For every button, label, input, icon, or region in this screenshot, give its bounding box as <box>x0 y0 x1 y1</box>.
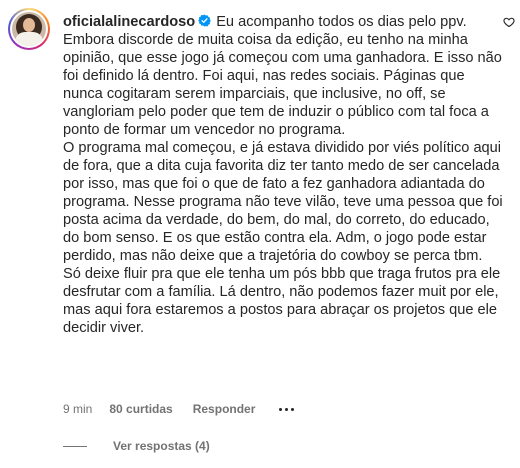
comment-text-2: O programa mal começou, e já estava divi… <box>63 140 503 336</box>
more-dot <box>285 407 289 411</box>
view-replies-label: Ver respostas (4) <box>113 439 210 453</box>
heart-outline-icon[interactable] <box>503 16 515 28</box>
view-replies-button[interactable]: Ver respostas (4) <box>63 438 210 454</box>
comment: oficialalinecardoso Eu acompanho todos os… <box>0 0 520 468</box>
reply-button[interactable]: Responder <box>193 402 256 416</box>
avatar-photo <box>12 12 46 46</box>
avatar[interactable] <box>8 8 50 50</box>
avatar-face <box>23 18 35 32</box>
more-dot <box>291 407 295 411</box>
comment-timestamp: 9 min <box>63 402 93 416</box>
comment-body: oficialalinecardoso Eu acompanho todos os… <box>63 13 503 337</box>
likes-count-button[interactable]: 80 curtidas <box>109 402 172 416</box>
avatar-ring <box>10 10 48 48</box>
comment-text-1: Eu acompanho todos os dias pelo ppv. Emb… <box>63 14 502 138</box>
avatar-shirt <box>15 32 43 46</box>
more-horizontal-icon[interactable] <box>277 406 296 413</box>
comment-meta: 9 min 80 curtidas Responder <box>63 401 296 417</box>
replies-divider <box>63 445 87 447</box>
username-link[interactable]: oficialalinecardoso <box>63 14 195 30</box>
comment-paragraph-1: oficialalinecardoso Eu acompanho todos os… <box>63 13 503 139</box>
verified-badge-icon <box>198 14 212 27</box>
comment-paragraph-2: O programa mal começou, e já estava divi… <box>63 139 503 337</box>
more-dot <box>279 407 283 411</box>
